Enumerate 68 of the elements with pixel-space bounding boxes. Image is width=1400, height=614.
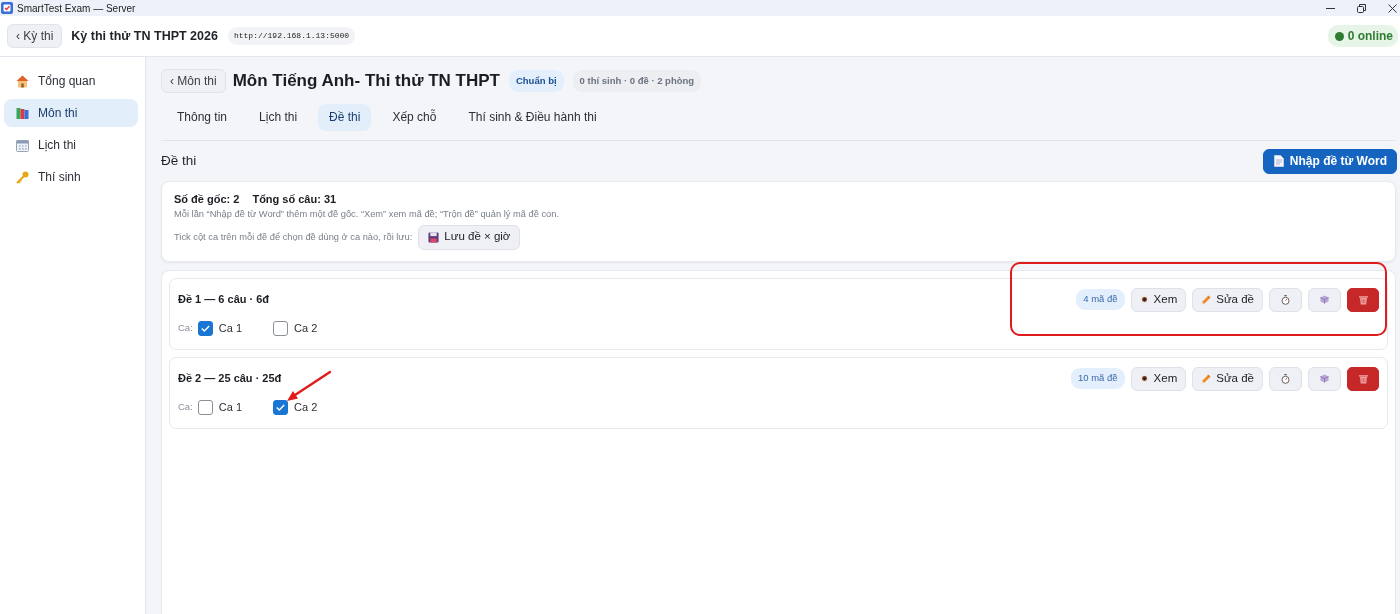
save-button[interactable]: Lưu đề × giờ [418, 224, 521, 250]
status-dot-icon [1334, 31, 1344, 41]
sidebar-item[interactable]: Thí sinh [4, 163, 138, 191]
server-url: http://192.168.1.13:5000 [227, 27, 356, 45]
stopwatch-icon [1281, 373, 1290, 384]
window-title: SmartTest Exam — Server [17, 1, 136, 16]
cube-icon [1320, 295, 1329, 304]
status-badge: Chuẩn bị [508, 69, 564, 92]
shift-label[interactable]: Ca 1 [218, 399, 243, 416]
sidebar-item[interactable]: Môn thi [4, 99, 138, 127]
shift-prefix: Ca: [178, 321, 193, 336]
question-total: Tổng số câu: 31 [252, 191, 337, 206]
shift-checkbox[interactable] [273, 400, 289, 415]
trash-icon [1358, 373, 1368, 384]
tab[interactable]: Lịch thi [248, 103, 309, 131]
tab[interactable]: Đề thi [318, 103, 372, 131]
eye-icon [1139, 374, 1149, 383]
pencil-icon [1201, 373, 1212, 384]
shift-checkbox[interactable] [197, 400, 213, 415]
delete-button[interactable] [1347, 287, 1379, 312]
app-icon [1, 2, 13, 14]
online-count: 0 online [1347, 28, 1393, 45]
close-icon[interactable] [1388, 3, 1397, 13]
hint-text: Mỗi lần “Nhập đề từ Word” thêm một đề gốc. “Xem” xem mã đề; “Trộn đề” quản lý mã đề con. [174, 207, 560, 220]
shift-label[interactable]: Ca 2 [294, 399, 318, 416]
trash-icon [1358, 294, 1368, 305]
tab[interactable]: Thí sinh & Điều hành thi [457, 103, 608, 131]
edit-button[interactable]: Sửa đề [1192, 366, 1263, 391]
checkmark-icon [276, 404, 286, 411]
original-count: Số đề gốc: 2 [174, 191, 240, 206]
back-button[interactable]: ‹ Kỳ thi [7, 24, 63, 48]
house-icon [16, 74, 29, 88]
books-icon [16, 106, 29, 120]
section-title: Đề thi [161, 151, 197, 170]
view-button[interactable]: Xem [1130, 287, 1187, 312]
stopwatch-icon [1281, 294, 1290, 305]
shift-label[interactable]: Ca 1 [218, 320, 243, 337]
delete-button[interactable] [1347, 366, 1379, 391]
back-button[interactable]: ‹ Môn thi [161, 68, 226, 93]
shift-prefix: Ca: [178, 400, 193, 415]
code-count-badge: 4 mã đề [1076, 289, 1125, 310]
pencil-icon [1201, 294, 1212, 305]
shift-checkbox[interactable] [197, 321, 213, 336]
edit-button[interactable]: Sửa đề [1192, 287, 1263, 312]
save-hint-text: Tick cột ca trên mỗi đề để chọn đề dùng ở ca nào, rồi lưu: [174, 231, 413, 243]
restore-icon[interactable] [1357, 3, 1366, 13]
view-button[interactable]: Xem [1130, 366, 1187, 391]
timer-button[interactable] [1269, 366, 1302, 391]
code-count-badge: 10 mã đề [1070, 368, 1125, 389]
subject-title: Môn Tiếng Anh- Thi thử TN THPT [232, 70, 500, 92]
shift-label[interactable]: Ca 2 [294, 320, 318, 337]
document-icon [1273, 155, 1284, 167]
exam-version-title: Đề 2 — 25 câu · 25đ [178, 371, 282, 387]
exam-version-title: Đề 1 — 6 câu · 6đ [178, 292, 270, 308]
timer-button[interactable] [1269, 287, 1302, 312]
tab[interactable]: Thông tin [166, 103, 239, 131]
key-icon [16, 170, 29, 184]
sidebar-item[interactable]: Tổng quan [4, 67, 138, 95]
eye-icon [1139, 295, 1149, 304]
shift-checkbox[interactable] [273, 321, 289, 336]
calendar-icon [16, 138, 29, 152]
checkmark-icon [200, 325, 210, 332]
import-word-button[interactable]: Nhập đề từ Word [1262, 148, 1397, 174]
cube-icon [1320, 374, 1329, 383]
tab[interactable]: Xếp chỗ [381, 103, 448, 131]
exam-title: Kỳ thi thử TN THPT 2026 [71, 27, 218, 45]
sidebar-item[interactable]: Lịch thi [4, 131, 138, 159]
subject-stats: 0 thí sinh · 0 đề · 2 phòng [572, 69, 702, 92]
